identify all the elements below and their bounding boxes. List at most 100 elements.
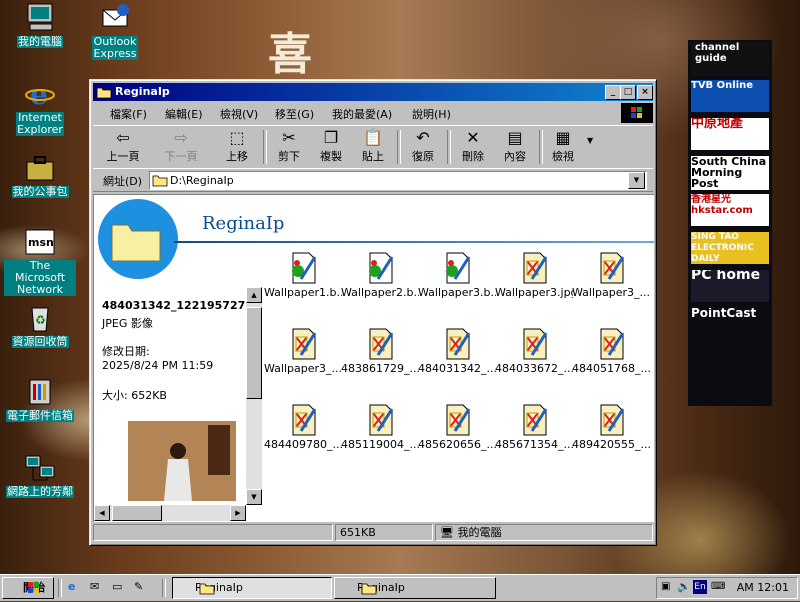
volume-icon[interactable]: 🔈: [677, 580, 691, 593]
address-field[interactable]: D:\ReginaIp ▼: [149, 171, 647, 190]
file-item[interactable]: 489420555_...: [572, 403, 650, 451]
quick-launch-channels-icon[interactable]: ✎: [134, 580, 143, 593]
views-dropdown-arrow-icon[interactable]: ▼: [587, 136, 593, 145]
desktop-icon-msn[interactable]: msn The Microsoft Network: [0, 226, 80, 296]
modified-value: 2025/8/24 PM 11:59: [102, 359, 214, 372]
back-button[interactable]: ⇦ 上一頁: [99, 128, 147, 164]
scroll-thumb[interactable]: [246, 307, 262, 399]
file-item[interactable]: 485119004_...: [341, 403, 419, 451]
start-button[interactable]: 開始: [2, 577, 54, 599]
status-size-cell: 651KB: [335, 524, 433, 541]
scroll-up-button[interactable]: ▲: [246, 287, 262, 303]
desktop-icon-network-neighborhood[interactable]: 網路上的芳鄰: [0, 452, 80, 498]
address-dropdown-button[interactable]: ▼: [628, 172, 645, 189]
desktop-icon-outlook-express[interactable]: Outlook Express: [75, 2, 155, 60]
paste-icon: 📋: [363, 128, 383, 147]
properties-button[interactable]: ▤ 內容: [491, 128, 539, 164]
file-item[interactable]: 483861729_...: [341, 327, 419, 375]
file-item[interactable]: Wallpaper3.b...: [418, 251, 496, 299]
quick-launch-desktop-icon[interactable]: ▭: [112, 580, 122, 593]
cut-button[interactable]: ✂ 剪下: [265, 128, 313, 164]
channel-pointcast[interactable]: PointCast: [691, 308, 769, 340]
views-button[interactable]: ▦ 檢視: [539, 128, 587, 164]
file-item[interactable]: 484051768_...: [572, 327, 650, 375]
file-item[interactable]: Wallpaper3_...: [264, 327, 342, 375]
file-label: 489420555_...: [572, 438, 650, 451]
file-item[interactable]: Wallpaper1.b...: [264, 251, 342, 299]
menu-edit[interactable]: 編輯(E): [165, 106, 203, 122]
paste-button[interactable]: 📋 貼上: [349, 128, 397, 164]
title-bar[interactable]: ReginaIp _ □ ×: [93, 83, 653, 101]
vertical-scrollbar[interactable]: ▲ ▼: [246, 287, 262, 505]
file-item[interactable]: Wallpaper2.b...: [341, 251, 419, 299]
file-label: Wallpaper3_...: [264, 362, 342, 375]
jpeg-image-file-icon: [518, 327, 550, 361]
channel-scmp[interactable]: South China Morning Post: [691, 156, 769, 190]
close-button[interactable]: ×: [637, 85, 653, 100]
menu-help[interactable]: 說明(H): [412, 106, 451, 122]
language-indicator[interactable]: En: [693, 580, 707, 594]
recycle-bin-icon: ♻: [24, 302, 56, 334]
paint-image-file-icon: [441, 251, 473, 285]
channel-label: PC home: [691, 270, 761, 283]
maximize-button[interactable]: □: [620, 85, 636, 100]
desktop-icon-my-computer[interactable]: 我的電腦: [0, 2, 80, 48]
file-item[interactable]: 484409780_...: [264, 403, 342, 451]
channel-label: 香港星光 hkstar.com: [691, 194, 753, 216]
task-reginaip-active[interactable]: ReginaIp: [172, 577, 332, 599]
desktop-icon-internet-explorer[interactable]: e Internet Explorer: [0, 78, 80, 136]
channel-tvb[interactable]: TVB Online: [691, 80, 769, 112]
menu-view[interactable]: 檢視(V): [220, 106, 258, 122]
menu-favorites[interactable]: 我的最愛(A): [332, 106, 392, 122]
channel-hkstar[interactable]: 香港星光 hkstar.com: [691, 194, 769, 226]
channel-pchome[interactable]: PC home: [691, 270, 769, 302]
delete-button[interactable]: ✕ 刪除: [449, 128, 497, 164]
menu-file[interactable]: 檔案(F): [110, 106, 147, 122]
tool-label: 上移: [226, 150, 248, 163]
channel-singtao[interactable]: SING TAO ELECTRONIC DAILY: [691, 232, 769, 264]
display-settings-icon[interactable]: ▣: [661, 581, 670, 592]
minimize-button[interactable]: _: [605, 85, 621, 100]
scroll-right-button[interactable]: ▶: [230, 505, 246, 521]
file-item[interactable]: 484033672_...: [495, 327, 573, 375]
desktop-icon-recycle-bin[interactable]: ♻ 資源回收筒: [0, 302, 80, 348]
scroll-left-button[interactable]: ◀: [94, 505, 110, 521]
desktop-icon-label: 網路上的芳鄰: [6, 485, 74, 498]
info-pane: 484031342_12219572726 JPEG 影像 修改日期: 2025…: [94, 195, 264, 522]
forward-arrow-icon: ⇨: [174, 128, 188, 147]
desktop-icon-briefcase[interactable]: 我的公事包: [0, 152, 80, 198]
windows-flag-icon: [7, 581, 41, 602]
task-reginaip[interactable]: ReginaIp: [334, 577, 496, 599]
desktop-icon-inbox[interactable]: 電子郵件信箱: [0, 376, 80, 422]
desktop-icon-label: 資源回收筒: [11, 335, 69, 348]
outlook-express-icon: [99, 2, 131, 34]
hscroll-thumb[interactable]: [112, 505, 162, 521]
tool-label: 刪除: [462, 150, 484, 163]
windows-logo-icon: [621, 103, 653, 123]
file-item[interactable]: Wallpaper3.jpg: [495, 251, 573, 299]
ime-icon[interactable]: ⌨: [711, 581, 725, 592]
channel-label: SING TAO ELECTRONIC DAILY: [691, 232, 754, 264]
file-label: 485620656_...: [418, 438, 496, 451]
menu-go[interactable]: 移至(G): [275, 106, 314, 122]
file-item[interactable]: 485671354_...: [495, 403, 573, 451]
up-button[interactable]: ⬚ 上移: [213, 128, 261, 164]
scroll-down-button[interactable]: ▼: [246, 489, 262, 505]
quick-launch-ie-icon[interactable]: e: [68, 580, 75, 593]
selected-filename: 484031342_12219572726: [102, 299, 261, 312]
clock[interactable]: AM 12:01: [737, 581, 789, 594]
file-item[interactable]: 485620656_...: [418, 403, 496, 451]
copy-button[interactable]: ❐ 複製: [307, 128, 355, 164]
quick-launch-outlook-icon[interactable]: ✉: [90, 580, 99, 593]
file-label: Wallpaper1.b...: [264, 286, 342, 299]
inbox-icon: [24, 376, 56, 408]
channel-centaline[interactable]: 中原地產: [691, 118, 769, 150]
channel-label: South China Morning Post: [691, 156, 767, 190]
file-item[interactable]: Wallpaper3_...: [572, 251, 650, 299]
file-item[interactable]: 484031342_...: [418, 327, 496, 375]
channel-guide[interactable]: channel guide: [691, 42, 769, 76]
horizontal-scrollbar[interactable]: ◀ ▶: [94, 505, 246, 521]
forward-button[interactable]: ⇨ 下一頁: [157, 128, 205, 164]
undo-button[interactable]: ↶ 復原: [399, 128, 447, 164]
delete-x-icon: ✕: [466, 128, 480, 147]
